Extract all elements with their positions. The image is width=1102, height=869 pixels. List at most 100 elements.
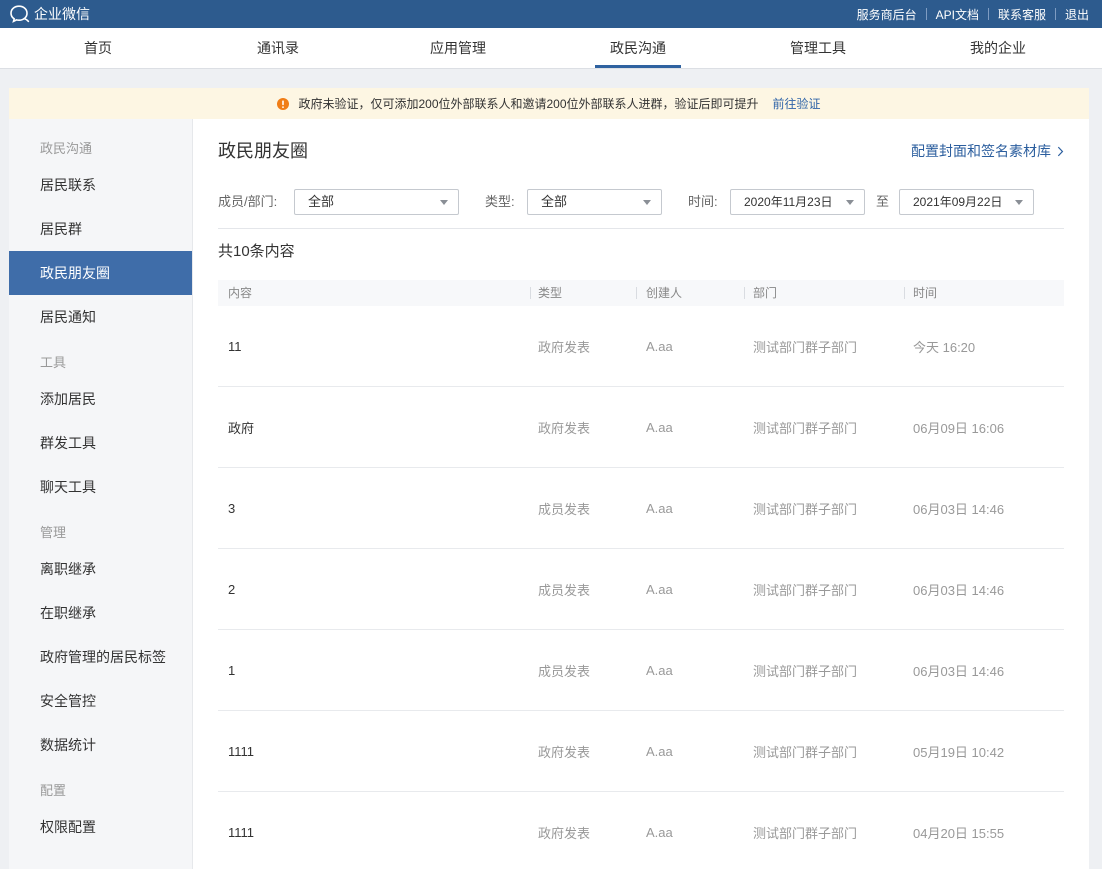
cell-creator: A.aa xyxy=(646,824,673,840)
column-divider xyxy=(744,287,745,299)
tab-label: 首页 xyxy=(84,40,112,56)
sidebar-heading-tools: 工具 xyxy=(40,355,67,370)
cell-time: 06月09日 16:06 xyxy=(913,420,1005,436)
cell-department: 测试部门群子部门 xyxy=(753,501,858,517)
member-department-select[interactable]: 全部 xyxy=(294,189,459,215)
cell-time: 06月03日 14:46 xyxy=(913,501,1005,517)
cell-type: 成员发表 xyxy=(538,501,591,517)
sidebar-item-chat-tools[interactable]: 聊天工具 xyxy=(9,465,192,509)
config-link-label: 配置封面和签名素材库 xyxy=(911,143,1051,159)
content-card: 政民沟通 居民联系 居民群 政民朋友圈 居民通知 工具 添加居民 群发工具 聊天… xyxy=(9,119,1089,869)
active-tab-indicator xyxy=(595,65,681,68)
table-row[interactable]: 3 成员发表 A.aa 测试部门群子部门 06月03日 14:46 xyxy=(218,468,1064,549)
tab-label: 管理工具 xyxy=(790,40,846,56)
sidebar: 政民沟通 居民联系 居民群 政民朋友圈 居民通知 工具 添加居民 群发工具 聊天… xyxy=(9,119,193,869)
end-date-value: 2021年09月22日 xyxy=(913,195,1003,209)
filter-bar: 成员/部门: 全部 类型: 全部 时间: 2020年11月23日 至 2021年… xyxy=(218,189,1064,215)
sidebar-heading-config: 配置 xyxy=(40,783,67,798)
page-title: 政民朋友圈 xyxy=(218,141,308,161)
member-select-value: 全部 xyxy=(308,194,335,209)
start-date-select[interactable]: 2020年11月23日 xyxy=(730,189,865,215)
column-header-creator: 创建人 xyxy=(636,280,744,306)
sidebar-item-onjob-inheritance[interactable]: 在职继承 xyxy=(9,591,192,635)
caret-down-icon xyxy=(1015,200,1023,205)
sidebar-item-data-statistics[interactable]: 数据统计 xyxy=(9,723,192,767)
type-select-value: 全部 xyxy=(541,194,568,209)
cell-content: 政府 xyxy=(228,420,255,436)
sidebar-item-resident-groups[interactable]: 居民群 xyxy=(9,207,192,251)
cell-creator: A.aa xyxy=(646,581,673,597)
sidebar-item-resigned-inheritance[interactable]: 离职继承 xyxy=(9,547,192,591)
tab-citizen-communication[interactable]: 政民沟通 xyxy=(548,28,728,68)
cell-department: 测试部门群子部门 xyxy=(753,339,858,355)
column-divider xyxy=(636,287,637,299)
sidebar-item-resident-notices[interactable]: 居民通知 xyxy=(9,295,192,339)
column-header-time: 时间 xyxy=(904,280,1064,306)
cell-time: 今天 16:20 xyxy=(913,339,976,355)
table-row[interactable]: 1111 政府发表 A.aa 测试部门群子部门 04月20日 15:55 xyxy=(218,792,1064,869)
tab-app-management[interactable]: 应用管理 xyxy=(368,28,548,68)
brand[interactable]: 企业微信 xyxy=(9,0,90,28)
moments-table: 内容 类型 创建人 部门 时间 11 政府发表 A.aa 测试部门群子部门 今天… xyxy=(218,280,1064,869)
type-filter-label: 类型: xyxy=(485,194,515,209)
service-provider-link[interactable]: 服务商后台 xyxy=(857,6,917,23)
sidebar-item-mass-messaging[interactable]: 群发工具 xyxy=(9,421,192,465)
sidebar-item-resident-tags[interactable]: 政府管理的居民标签 xyxy=(9,635,192,679)
sidebar-item-security-control[interactable]: 安全管控 xyxy=(9,679,192,723)
table-row[interactable]: 2 成员发表 A.aa 测试部门群子部门 06月03日 14:46 xyxy=(218,549,1064,630)
tab-home[interactable]: 首页 xyxy=(8,28,188,68)
cell-department: 测试部门群子部门 xyxy=(753,582,858,598)
notice-text: 政府未验证，仅可添加200位外部联系人和邀请200位外部联系人进群，验证后即可提… xyxy=(298,97,759,111)
tab-my-enterprise[interactable]: 我的企业 xyxy=(908,28,1088,68)
cell-creator: A.aa xyxy=(646,662,673,678)
tab-management-tools[interactable]: 管理工具 xyxy=(728,28,908,68)
sidebar-item-permissions[interactable]: 权限配置 xyxy=(9,805,192,849)
type-select[interactable]: 全部 xyxy=(527,189,662,215)
column-header-content: 内容 xyxy=(218,280,530,306)
tab-label: 政民沟通 xyxy=(610,40,666,56)
api-docs-link[interactable]: API文档 xyxy=(936,6,979,23)
cell-type: 成员发表 xyxy=(538,582,591,598)
column-divider xyxy=(904,287,905,299)
divider xyxy=(1054,8,1056,20)
logout-link[interactable]: 退出 xyxy=(1065,6,1089,23)
cell-type: 政府发表 xyxy=(538,339,591,355)
tab-contacts[interactable]: 通讯录 xyxy=(188,28,368,68)
cell-content: 11 xyxy=(228,338,242,354)
chevron-right-icon xyxy=(1057,146,1064,156)
contact-support-link[interactable]: 联系客服 xyxy=(998,6,1046,23)
cell-content: 1111 xyxy=(228,824,255,840)
column-label: 内容 xyxy=(228,286,253,300)
table-row[interactable]: 政府 政府发表 A.aa 测试部门群子部门 06月09日 16:06 xyxy=(218,387,1064,468)
divider xyxy=(218,228,1064,229)
sidebar-item-add-resident[interactable]: 添加居民 xyxy=(9,377,192,421)
cell-time: 05月19日 10:42 xyxy=(913,744,1005,760)
column-label: 创建人 xyxy=(646,286,683,300)
cell-type: 政府发表 xyxy=(538,420,591,436)
cell-creator: A.aa xyxy=(646,338,673,354)
go-verify-link[interactable]: 前往验证 xyxy=(773,95,821,112)
cell-time: 06月03日 14:46 xyxy=(913,582,1005,598)
table-row[interactable]: 1 成员发表 A.aa 测试部门群子部门 06月03日 14:46 xyxy=(218,630,1064,711)
end-date-select[interactable]: 2021年09月22日 xyxy=(899,189,1034,215)
top-links: 服务商后台 API文档 联系客服 退出 xyxy=(857,0,1089,28)
brand-name: 企业微信 xyxy=(34,6,90,22)
top-bar: 企业微信 服务商后台 API文档 联系客服 退出 xyxy=(0,0,1102,28)
config-cover-signature-link[interactable]: 配置封面和签名素材库 xyxy=(911,141,1064,161)
column-header-type: 类型 xyxy=(530,280,636,306)
sidebar-item-resident-contacts[interactable]: 居民联系 xyxy=(9,163,192,207)
divider xyxy=(987,8,989,20)
table-row[interactable]: 1111 政府发表 A.aa 测试部门群子部门 05月19日 10:42 xyxy=(218,711,1064,792)
verification-notice: 政府未验证，仅可添加200位外部联系人和邀请200位外部联系人进群，验证后即可提… xyxy=(9,88,1089,119)
main-nav: 首页 通讯录 应用管理 政民沟通 管理工具 我的企业 xyxy=(0,28,1102,69)
table-header: 内容 类型 创建人 部门 时间 xyxy=(218,280,1064,306)
cell-department: 测试部门群子部门 xyxy=(753,420,858,436)
cell-creator: A.aa xyxy=(646,743,673,759)
tab-label: 应用管理 xyxy=(430,40,486,56)
sidebar-item-citizen-moments[interactable]: 政民朋友圈 xyxy=(9,251,192,295)
cell-type: 成员发表 xyxy=(538,663,591,679)
cell-type: 政府发表 xyxy=(538,825,591,841)
table-row[interactable]: 11 政府发表 A.aa 测试部门群子部门 今天 16:20 xyxy=(218,306,1064,387)
cell-creator: A.aa xyxy=(646,419,673,435)
column-header-department: 部门 xyxy=(744,280,904,306)
